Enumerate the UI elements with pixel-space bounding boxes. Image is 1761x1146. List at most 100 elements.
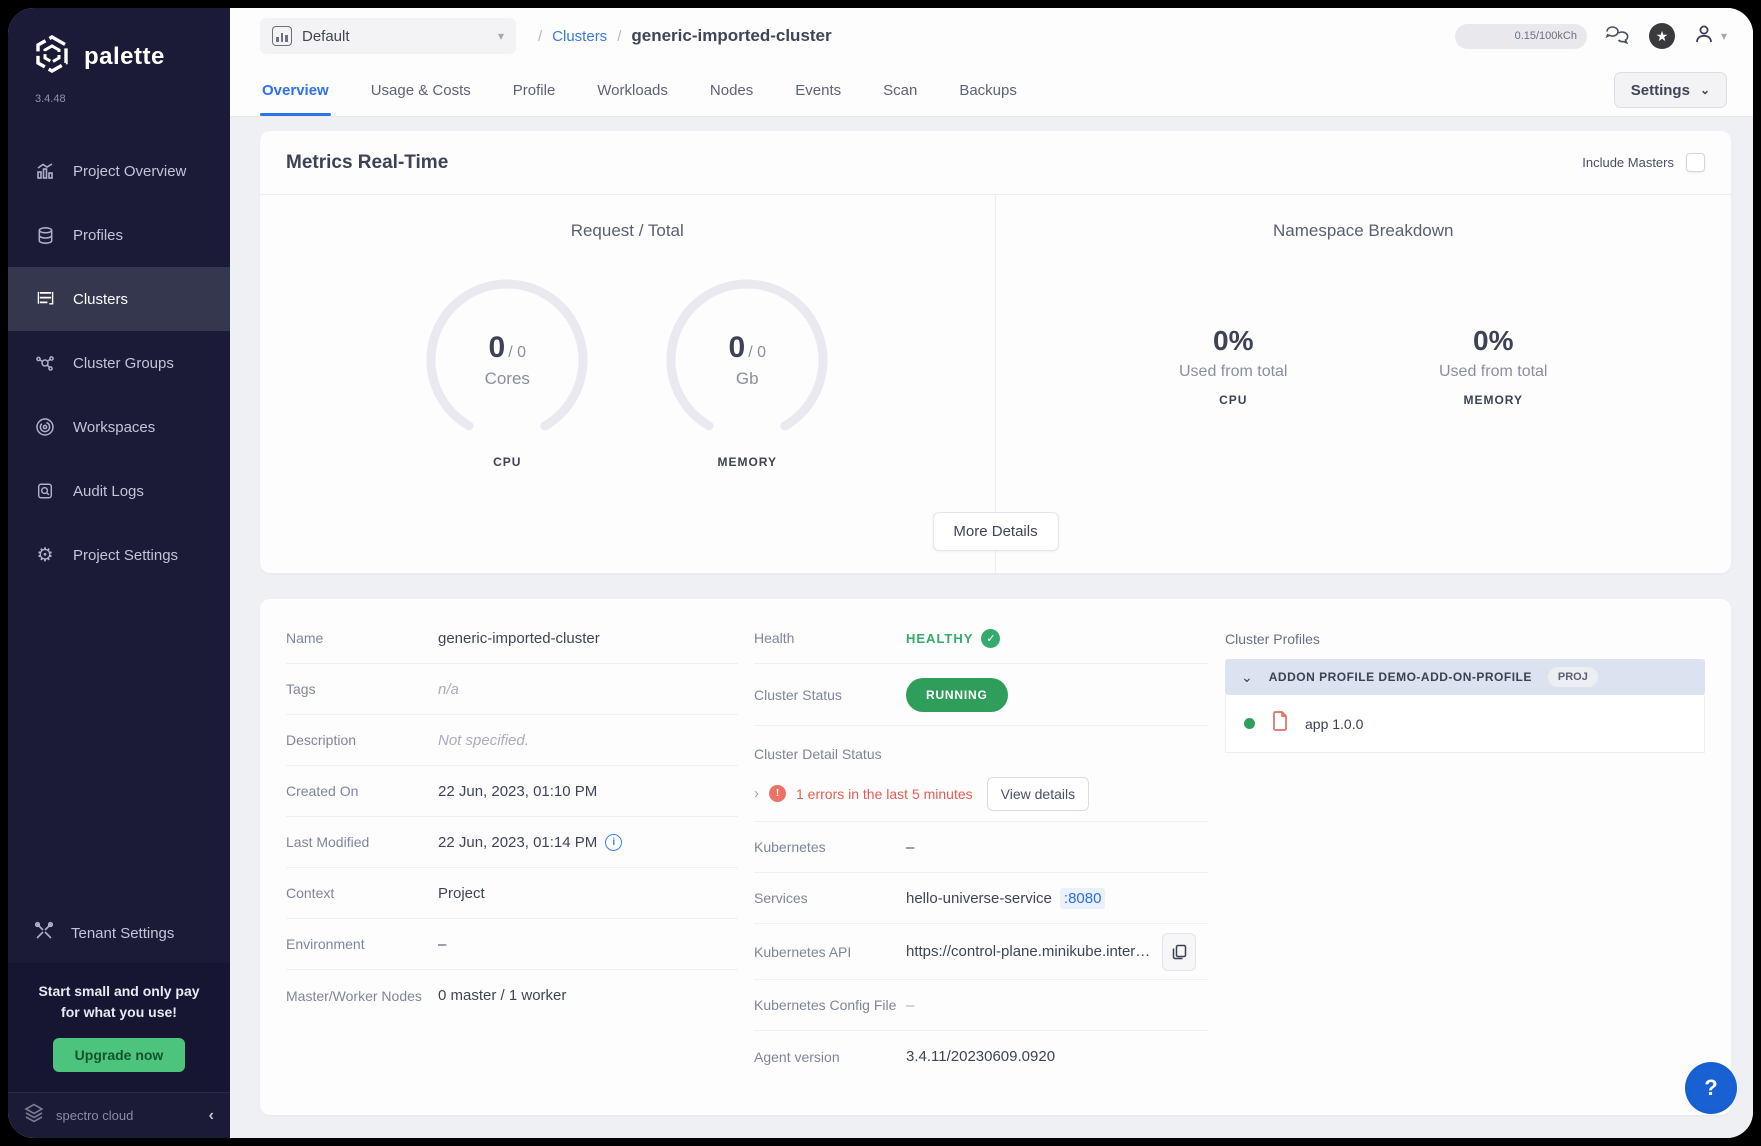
whats-new-button[interactable]: ★ [1649,23,1675,49]
tab-events[interactable]: Events [793,64,843,116]
upgrade-promo: Start small and only pay for what you us… [8,963,230,1092]
cpu-used: 0 [489,331,506,364]
detail-row-kubernetes-api: Kubernetes API https://control-plane.min… [754,924,1209,980]
cluster-detail-status-label-row: Cluster Detail Status [754,726,1209,766]
profile-pack-row[interactable]: app 1.0.0 [1225,695,1705,753]
settings-button[interactable]: Settings ⌄ [1614,72,1727,108]
include-masters-label: Include Masters [1582,155,1674,170]
workspaces-icon [34,417,56,437]
copy-button[interactable] [1162,933,1196,971]
sidebar-collapse-icon[interactable]: ‹ [209,1107,214,1125]
star-icon: ★ [1649,23,1675,49]
bar-chart-icon [272,26,292,46]
tab-nodes[interactable]: Nodes [708,64,755,116]
topbar: Default ▾ / Clusters / generic-imported-… [230,8,1753,64]
cluster-profile-accordion-header[interactable]: ⌄ ADDON PROFILE DEMO-ADD-ON-PROFILE PROJ [1225,659,1705,695]
sidebar-item-cluster-groups[interactable]: Cluster Groups [8,331,230,395]
clusters-icon [34,290,56,309]
detail-value: n/a [438,681,459,698]
page-content: Metrics Real-Time Include Masters Reques… [230,117,1753,1115]
breadcrumb-clusters-link[interactable]: Clusters [552,28,607,45]
detail-label: Kubernetes [754,839,906,855]
tab-profile[interactable]: Profile [511,64,558,116]
sidebar-item-label: Workspaces [73,419,155,436]
copy-icon [1172,944,1187,960]
palette-logo-icon [32,34,72,79]
sidebar-item-clusters[interactable]: Clusters [8,267,230,331]
sidebar-item-profiles[interactable]: Profiles [8,203,230,267]
expand-chevron-icon[interactable]: › [754,785,759,802]
tab-workloads[interactable]: Workloads [595,64,670,116]
chat-icon [1605,24,1631,49]
last-modified-value: 22 Jun, 2023, 01:14 PM [438,834,597,851]
audit-logs-icon [34,482,56,500]
details-left-column: Name generic-imported-cluster Tags n/a D… [286,613,738,1089]
cpu-gauge-metric: CPU [422,455,592,469]
detail-row-agent-version: Agent version 3.4.11/20230609.0920 [754,1031,1209,1082]
cluster-status-row: Cluster Status RUNNING [754,664,1209,726]
error-icon: ! [769,785,786,802]
breadcrumb-current: generic-imported-cluster [631,26,831,46]
user-menu[interactable]: ▾ [1693,23,1727,50]
info-icon[interactable]: i [605,834,622,851]
kubernetes-api-value: https://control-plane.minikube.intern... [906,933,1196,971]
sidebar-item-project-settings[interactable]: ⚙ Project Settings [8,523,230,587]
sidebar-item-label: Audit Logs [73,483,144,500]
namespace-memory-stat: 0% Used from total MEMORY [1423,325,1563,407]
namespace-breakdown-section: Namespace Breakdown 0% Used from total C… [996,195,1732,573]
tab-label: Profile [513,82,556,99]
detail-row-created-on: Created On 22 Jun, 2023, 01:10 PM [286,766,738,817]
detail-label: Description [286,732,438,748]
memory-gauge-metric: MEMORY [662,455,832,469]
detail-row-description: Description Not specified. [286,715,738,766]
sidebar-item-label: Tenant Settings [71,925,174,942]
sidebar-item-label: Project Overview [73,163,186,180]
tab-label: Scan [883,82,917,99]
gauges: 0/ 0 Cores CPU [260,275,995,469]
tab-scan[interactable]: Scan [881,64,919,116]
chat-button[interactable] [1605,24,1631,49]
detail-row-kubernetes: Kubernetes – [754,822,1209,873]
sidebar-item-workspaces[interactable]: Workspaces [8,395,230,459]
sidebar-item-project-overview[interactable]: Project Overview [8,139,230,203]
memory-total: / 0 [748,344,766,361]
footer-brand-name: spectro cloud [56,1108,201,1123]
detail-value: generic-imported-cluster [438,630,600,647]
tab-label: Overview [262,82,329,99]
detail-value: – [906,839,914,856]
main-area: Default ▾ / Clusters / generic-imported-… [230,8,1753,1138]
detail-row-services: Services hello-universe-service :8080 [754,873,1209,924]
chevron-down-icon: ▾ [498,29,504,43]
tab-usage-costs[interactable]: Usage & Costs [369,64,473,116]
request-total-section: Request / Total 0/ 0 Cores [260,195,996,573]
sidebar-item-tenant-settings[interactable]: Tenant Settings [8,903,230,963]
details-middle-column: Health HEALTHY ✓ Cluster Status RUNNING … [754,613,1209,1089]
include-masters-checkbox[interactable] [1686,153,1705,172]
cluster-status-badge[interactable]: RUNNING [906,678,1008,712]
metrics-card-body: Request / Total 0/ 0 Cores [260,195,1731,573]
sidebar: palette 3.4.48 Project Overview [8,8,230,1138]
breadcrumb-separator: / [617,28,621,45]
detail-row-last-modified: Last Modified 22 Jun, 2023, 01:14 PM i [286,817,738,868]
view-details-button[interactable]: View details [987,777,1089,811]
help-button[interactable]: ? [1685,1062,1737,1114]
tab-overview[interactable]: Overview [260,64,331,116]
more-details-button[interactable]: More Details [932,512,1058,551]
service-port-link[interactable]: :8080 [1060,888,1106,909]
tab-backups[interactable]: Backups [957,64,1019,116]
detail-label: Environment [286,936,438,952]
upgrade-now-button[interactable]: Upgrade now [53,1038,186,1072]
detail-label: Health [754,630,906,646]
breadcrumb: / Clusters / generic-imported-cluster [538,26,832,46]
detail-value: 3.4.11/20230609.0920 [906,1048,1055,1065]
memory-metric-label: MEMORY [1423,393,1563,407]
project-selector[interactable]: Default ▾ [260,18,516,54]
breadcrumb-separator: / [538,28,542,45]
memory-percent: 0% [1423,325,1563,357]
sidebar-item-audit-logs[interactable]: Audit Logs [8,459,230,523]
memory-gauge-value: 0/ 0 [729,331,766,365]
tab-label: Backups [959,82,1017,99]
cpu-caption: Used from total [1163,363,1303,381]
profile-scope-badge: PROJ [1548,667,1598,687]
tab-label: Events [795,82,841,99]
